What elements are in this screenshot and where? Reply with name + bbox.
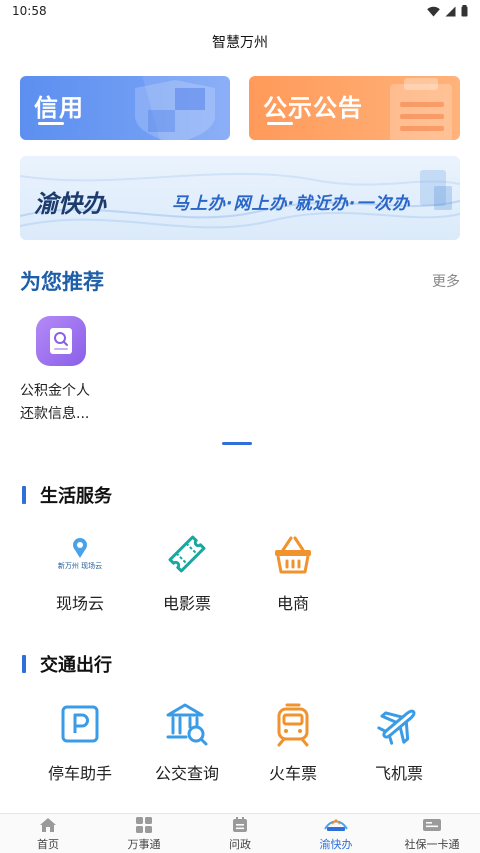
battery-icon	[461, 5, 468, 17]
recommend-item-provident-fund[interactable]: 公积金个人 还款信息...	[20, 316, 116, 426]
slogan-logo: 渝快办	[34, 190, 106, 218]
service-movie-ticket[interactable]: 电影票	[137, 530, 237, 614]
tab-label: 社保一卡通	[404, 837, 460, 851]
bottom-tab-bar: 首页 万事通 问政 渝快办 社保一卡通	[0, 813, 480, 853]
status-bar: 10:58	[0, 0, 480, 22]
tab-wanshitong[interactable]: 万事通	[96, 814, 192, 853]
transport-label: 飞机票	[374, 764, 423, 783]
train-icon	[269, 700, 317, 748]
section-marker	[22, 486, 26, 504]
live-cloud-logo-text: 新万州 现场云	[57, 562, 103, 570]
section-marker	[22, 655, 26, 673]
page-title: 智慧万州	[212, 35, 268, 51]
status-time: 10:58	[12, 4, 47, 18]
transport-bus-query[interactable]: 公交查询	[137, 700, 237, 784]
more-link[interactable]: 更多	[432, 271, 460, 291]
tab-home[interactable]: 首页	[0, 814, 96, 853]
notice-banner-underline	[267, 122, 293, 125]
tab-wenzheng[interactable]: 问政	[192, 814, 288, 853]
transport-title: 交通出行	[22, 651, 112, 677]
tab-label: 问政	[229, 837, 251, 851]
credit-banner[interactable]: 信用	[20, 76, 230, 140]
shield-decor-icon	[135, 76, 230, 140]
service-label: 电影票	[162, 594, 211, 613]
document-decor-icon	[390, 78, 452, 140]
status-icons	[427, 5, 468, 17]
notice-banner[interactable]: 公示公告	[249, 76, 460, 140]
tab-label: 首页	[37, 837, 59, 851]
live-cloud-icon: 新万州 现场云	[52, 530, 108, 578]
service-label: 现场云	[55, 594, 104, 613]
recommend-item-label: 公积金个人 还款信息...	[20, 380, 116, 426]
tab-yukuaiban[interactable]: 渝快办	[288, 814, 384, 853]
page-indicator	[222, 442, 252, 445]
credit-banner-title: 信用	[34, 94, 84, 122]
grid-icon	[135, 816, 153, 834]
airplane-icon	[375, 700, 423, 748]
tab-social-security-card[interactable]: 社保一卡通	[384, 814, 480, 853]
transport-title-text: 交通出行	[40, 655, 112, 676]
life-services-title-text: 生活服务	[40, 486, 112, 507]
shopping-basket-icon	[269, 530, 317, 578]
movie-ticket-icon	[163, 530, 211, 578]
yukuaiban-slogan-banner[interactable]: 渝快办 马上办·网上办·就近办·一次办	[20, 156, 460, 240]
parking-icon	[56, 700, 104, 748]
tab-label: 万事通	[127, 837, 161, 851]
id-card-icon	[422, 816, 442, 834]
document-search-icon	[36, 316, 86, 366]
yukuaiban-icon	[323, 816, 349, 834]
transport-label: 停车助手	[47, 764, 112, 783]
transport-parking[interactable]: 停车助手	[30, 700, 130, 784]
transport-label: 公交查询	[154, 764, 219, 783]
credit-banner-underline	[38, 122, 64, 125]
home-icon	[39, 816, 57, 834]
calendar-icon	[232, 816, 248, 834]
recommend-title: 为您推荐	[20, 270, 104, 294]
signal-icon	[445, 6, 456, 16]
tab-label: 渝快办	[319, 837, 353, 851]
service-ecommerce[interactable]: 电商	[243, 530, 343, 614]
recommend-item-label-line2: 还款信息...	[20, 406, 90, 422]
notice-banner-title: 公示公告	[263, 94, 363, 122]
wifi-icon	[427, 6, 440, 16]
service-label: 电商	[276, 594, 309, 613]
transport-flight-ticket[interactable]: 飞机票	[349, 700, 449, 784]
transport-label: 火车票	[268, 764, 317, 783]
life-services-title: 生活服务	[22, 482, 112, 508]
slogan-text: 马上办·网上办·就近办·一次办	[172, 194, 411, 214]
recommend-header: 为您推荐 更多	[20, 266, 460, 296]
bus-query-icon	[163, 700, 211, 748]
transport-train-ticket[interactable]: 火车票	[243, 700, 343, 784]
service-live-cloud[interactable]: 新万州 现场云 现场云	[30, 530, 130, 614]
recommend-item-label-line1: 公积金个人	[20, 383, 90, 399]
